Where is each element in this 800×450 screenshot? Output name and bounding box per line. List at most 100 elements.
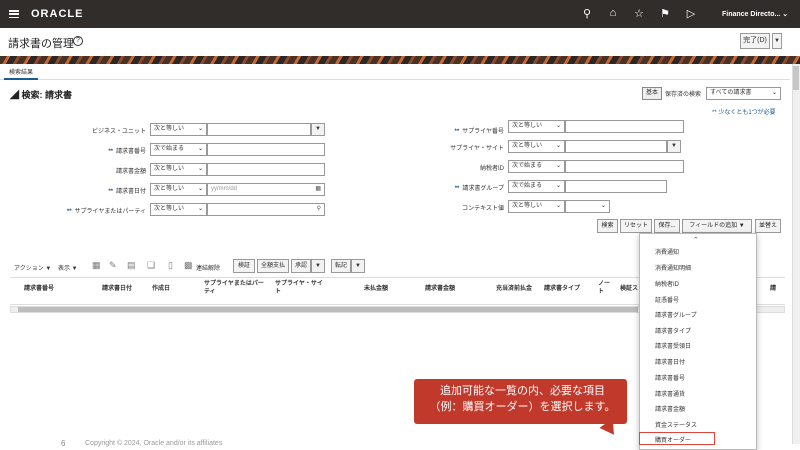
operator-taxpayer-id[interactable]: 次で始まる ⌄ — [508, 160, 565, 173]
column-header-prepayment-applied[interactable]: 充当済前払金 — [496, 285, 532, 293]
chevron-down-icon: ⌄ — [555, 163, 561, 169]
column-header-supplier-site[interactable]: サプライヤ・サイト — [275, 280, 325, 296]
input-supplier-site[interactable] — [565, 140, 667, 153]
dropdown-item[interactable]: 請求書グループ — [655, 310, 697, 319]
search-icon[interactable]: ⚲ — [580, 7, 594, 20]
input-supplier-or-party[interactable]: ⚲ — [207, 203, 325, 216]
field-label-business-unit: ビジネス・ユニット — [91, 129, 146, 135]
column-header-notes[interactable]: ノート — [598, 280, 610, 296]
flag-icon[interactable]: ⚑ — [658, 7, 672, 20]
pay-in-full-button[interactable]: 全額支払 — [257, 259, 289, 273]
operator-invoice-date[interactable]: 次と等しい ⌄ — [150, 183, 207, 196]
column-header-invoice-type[interactable]: 請求書タイプ — [544, 285, 580, 293]
field-label-supplier-site: サプライヤ・サイト — [450, 146, 504, 152]
vertical-scrollbar-thumb[interactable] — [793, 66, 799, 90]
star-icon[interactable]: ☆ — [632, 7, 646, 20]
approve-button[interactable]: 承認 — [291, 259, 311, 273]
input-invoice-date[interactable]: yy/mm/dd ▦ — [207, 183, 325, 196]
collapse-triangle-icon[interactable]: ◢ — [10, 90, 19, 100]
dropdown-item[interactable]: 消費通知 — [655, 247, 679, 256]
dropdown-item[interactable]: 納税者ID — [655, 279, 679, 288]
home-icon[interactable]: ⌂ — [606, 7, 620, 19]
search-icon[interactable]: ⚲ — [317, 204, 321, 215]
column-header-creation-date[interactable]: 作成日 — [152, 285, 170, 293]
done-button[interactable]: 完了(D) — [740, 33, 770, 49]
edit-icon[interactable]: ✎ — [109, 260, 117, 271]
column-header-invoice-amount[interactable]: 請求書金額 — [425, 285, 455, 293]
input-invoice-group[interactable] — [565, 180, 667, 193]
dropdown-item[interactable]: 請求書番号 — [655, 373, 685, 382]
freeze-icon[interactable]: ▦ — [92, 260, 101, 271]
operator-supplier-or-party[interactable]: 次と等しい ⌄ — [150, 203, 207, 216]
validate-button[interactable]: 検証 — [233, 259, 255, 273]
column-header-invoice-date[interactable]: 請求書日付 — [102, 285, 132, 293]
operator-business-unit[interactable]: 次と等しい ⌄ — [150, 123, 207, 136]
dropdown-item[interactable]: 請求書日付 — [655, 357, 685, 366]
operator-supplier-site[interactable]: 次と等しい ⌄ — [508, 140, 565, 153]
banner-pattern — [0, 56, 800, 64]
input-business-unit[interactable] — [207, 123, 311, 136]
user-menu[interactable]: Finance Directo... ⌄ — [722, 10, 788, 18]
copyright: Copyright © 2024, Oracle and/or its affi… — [85, 440, 223, 447]
scroll-up-chevron-icon[interactable]: ⌃ — [693, 236, 699, 244]
dropdown-item[interactable]: 請求書受領日 — [655, 341, 691, 350]
input-invoice-number[interactable] — [207, 143, 325, 156]
operator-invoice-number[interactable]: 次で始まる ⌄ — [150, 143, 207, 156]
view-menu[interactable]: 表示 ▼ — [58, 263, 78, 272]
field-label-taxpayer-id: 納税者ID — [479, 166, 504, 172]
dropdown-item[interactable]: 消費通知明細 — [655, 263, 691, 272]
annotation-callout-text: 追加可能な一覧の内、必要な項目 （例：購買オーダー）を選択します。 — [420, 383, 625, 415]
operator-invoice-group[interactable]: 次で始まる ⌄ — [508, 180, 565, 193]
notifications-icon[interactable]: ▷ — [684, 7, 698, 20]
basic-search-button[interactable]: 基本 — [642, 87, 663, 100]
export-icon[interactable]: ▤ — [127, 260, 136, 271]
save-search-button[interactable]: 保存... — [654, 219, 680, 233]
field-label-supplier-number: ** サプライヤ番号 — [454, 129, 505, 135]
unlink-link[interactable]: 連結解除 — [196, 263, 220, 272]
add-fields-button[interactable]: フィールドの追加 ▼ — [682, 219, 752, 233]
dropdown-item[interactable]: 請求書通貨 — [655, 389, 685, 398]
help-icon[interactable]: ? — [73, 36, 83, 46]
done-menu-chevron-icon[interactable]: ▼ — [772, 33, 782, 49]
operator-context-value[interactable]: 次と等しい ⌄ — [508, 200, 565, 213]
post-button[interactable]: 転記 — [331, 259, 351, 273]
input-supplier-number[interactable] — [565, 120, 684, 133]
operator-invoice-amount[interactable]: 次と等しい ⌄ — [150, 163, 207, 176]
supplier-site-dropdown-icon[interactable]: ▼ — [667, 140, 681, 153]
reset-button[interactable]: リセット — [620, 219, 652, 233]
dropdown-item[interactable]: 証憑番号 — [655, 295, 679, 304]
dropdown-item[interactable]: 請求書タイプ — [655, 326, 691, 335]
unlink-icon[interactable]: ▩ — [184, 260, 193, 271]
chevron-down-icon: ⌄ — [555, 203, 561, 209]
column-header-supplier-or-party[interactable]: サプライヤまたはパーティ — [204, 280, 266, 296]
vertical-scrollbar[interactable] — [792, 64, 800, 444]
column-header-truncated[interactable]: 請 — [770, 285, 776, 293]
field-label-invoice-number: ** 請求書番号 — [108, 149, 146, 155]
input-invoice-amount[interactable] — [207, 163, 325, 176]
chevron-down-icon: ⌄ — [555, 143, 561, 149]
post-menu-chevron-icon[interactable]: ▼ — [351, 259, 365, 273]
horizontal-scrollbar-thumb[interactable] — [18, 307, 638, 312]
operator-supplier-number[interactable]: 次と等しい ⌄ — [508, 120, 565, 133]
business-unit-dropdown-icon[interactable]: ▼ — [311, 123, 325, 136]
column-header-validation-status[interactable]: 検証ス — [620, 285, 638, 293]
attachment-icon[interactable]: ❏ — [147, 260, 155, 271]
search-panel-title[interactable]: ◢ 検索: 請求書 — [10, 88, 72, 101]
column-header-invoice-number[interactable]: 請求書番号 — [24, 285, 54, 293]
actions-menu[interactable]: アクション ▼ — [14, 263, 51, 272]
column-header-unpaid-amount[interactable]: 未払金額 — [364, 285, 388, 293]
calendar-icon[interactable]: ▦ — [315, 184, 321, 195]
field-label-context-value: コンテキスト値 — [462, 206, 504, 212]
oracle-logo[interactable]: ORACLE — [31, 8, 83, 20]
reorder-button[interactable]: 並替え — [755, 219, 781, 233]
menu-icon[interactable] — [9, 10, 19, 19]
dropdown-item[interactable]: 請求書金額 — [655, 404, 685, 413]
approve-menu-chevron-icon[interactable]: ▼ — [311, 259, 325, 273]
tab-search-results[interactable]: 検索結果 — [4, 69, 39, 80]
search-button[interactable]: 検索 — [597, 219, 618, 233]
dropdown-item[interactable]: 資金ステータス — [655, 420, 697, 429]
input-taxpayer-id[interactable] — [565, 160, 684, 173]
saved-search-select[interactable]: すべての請求書 ⌄ — [706, 87, 781, 100]
detach-icon[interactable]: ▯ — [168, 260, 173, 271]
select-context-value[interactable]: ⌄ — [565, 200, 610, 213]
